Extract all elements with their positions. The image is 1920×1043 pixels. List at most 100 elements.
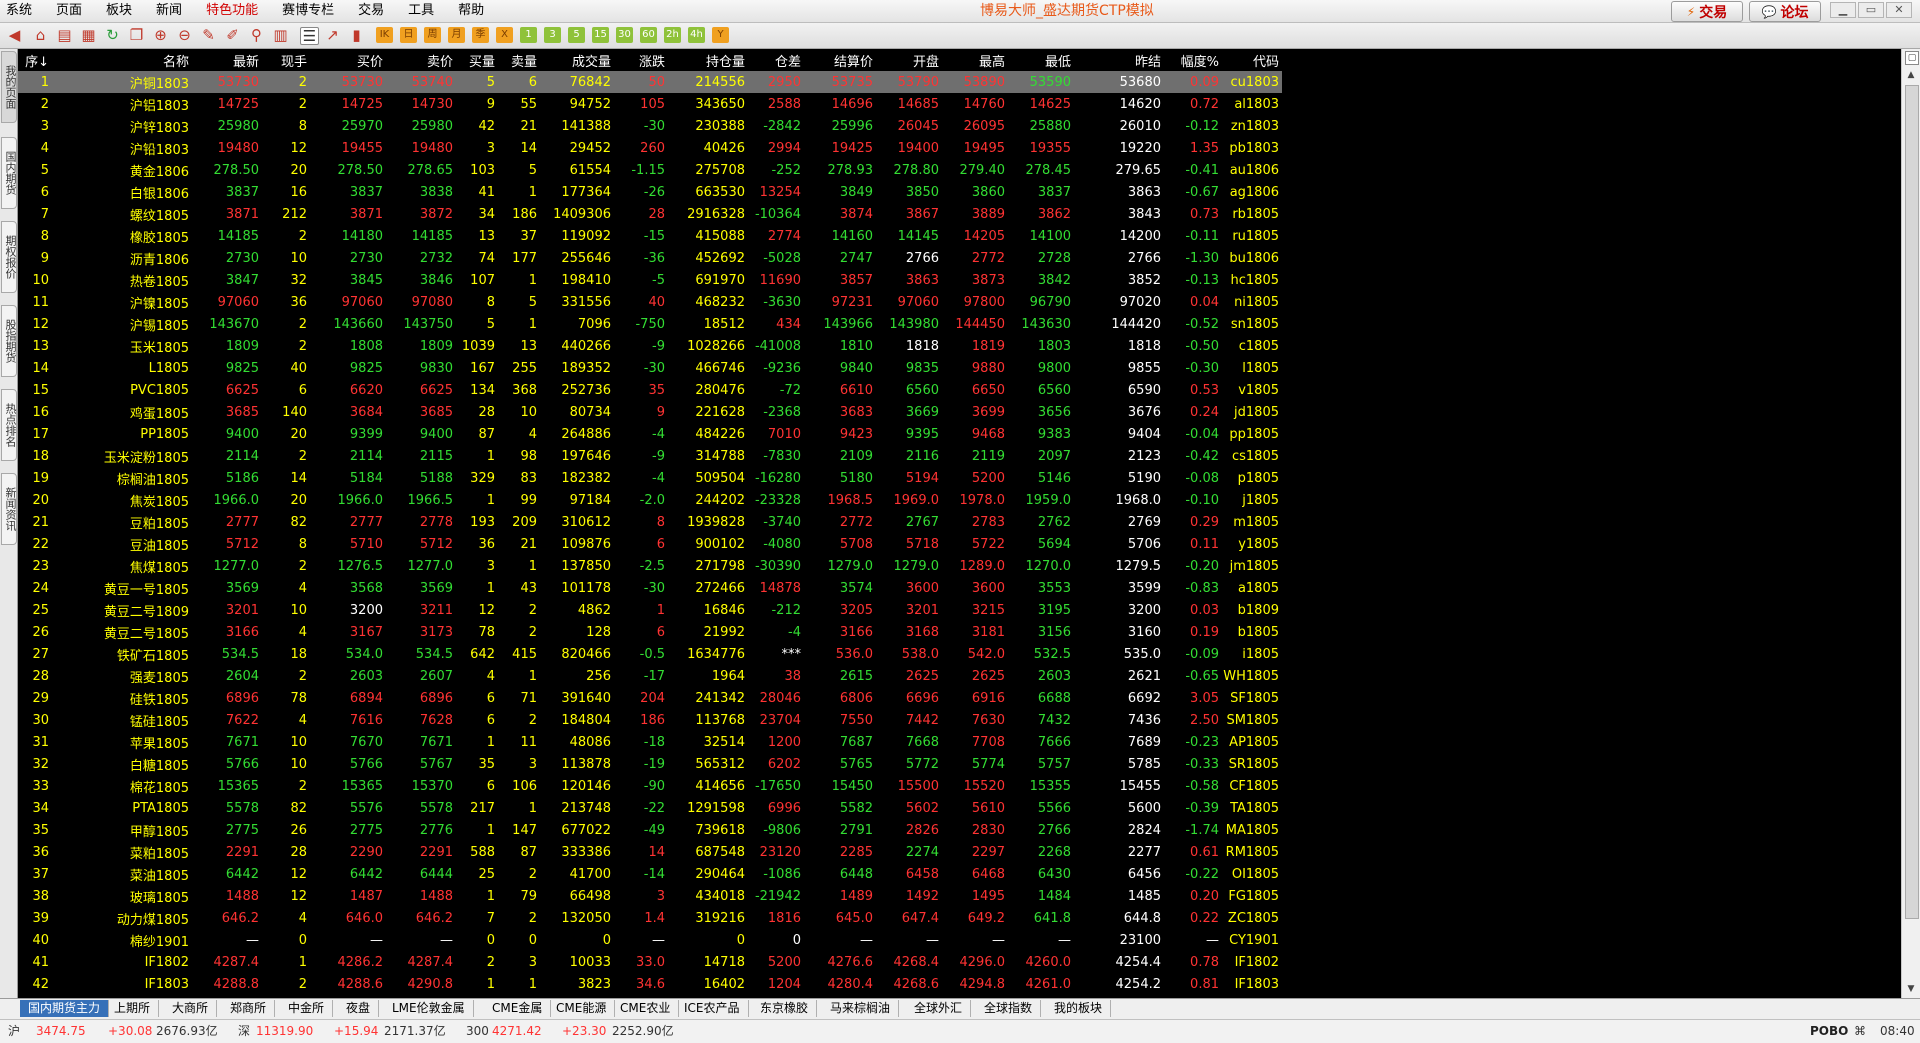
period-button[interactable]: 5: [568, 27, 585, 43]
menu-item[interactable]: 页面: [56, 3, 82, 19]
column-header[interactable]: 现手: [262, 49, 310, 71]
candlestick-icon[interactable]: ▮: [348, 27, 365, 43]
sidebar-tab-index-futures[interactable]: 股指期货: [1, 305, 17, 377]
table-row[interactable]: 32 白糖1805 5766 10 5766 5767 35 3 113878 -19 565312…: [18, 753, 1282, 775]
column-header[interactable]: 代码: [1222, 49, 1282, 71]
pen-icon[interactable]: ✎: [200, 27, 217, 43]
table-row[interactable]: 15 PVC1805 6625 6 6620 6625 134 368 252736 35 2804…: [18, 379, 1282, 401]
period-button[interactable]: Y: [712, 27, 729, 43]
chart-line-icon[interactable]: ↗: [324, 27, 341, 43]
column-header[interactable]: 卖量: [498, 49, 540, 71]
trade-button[interactable]: ⚡ 交易: [1671, 1, 1743, 22]
menu-item[interactable]: 特色功能: [206, 3, 258, 19]
menu-item[interactable]: 帮助: [458, 3, 484, 19]
menu-item[interactable]: 赛博专栏: [282, 3, 334, 19]
table-row[interactable]: 7 螺纹1805 3871 212 3871 3872 34 186 1409306 28 2916…: [18, 203, 1282, 225]
table-row[interactable]: 33 棉花1805 15365 2 15365 15370 6 106 120146 -90 414…: [18, 775, 1282, 797]
period-button[interactable]: 30: [616, 27, 633, 43]
market-tab[interactable]: CME金属: [484, 1000, 552, 1017]
forum-button[interactable]: 💬 论坛: [1749, 1, 1821, 22]
market-tab[interactable]: 上期所: [106, 1000, 160, 1017]
market-tab[interactable]: CME能源: [548, 1000, 616, 1017]
column-header[interactable]: 最低: [1008, 49, 1074, 71]
period-button[interactable]: X: [496, 27, 513, 43]
table-row[interactable]: 16 鸡蛋1805 3685 140 3684 3685 28 10 80734 9 221628 -…: [18, 401, 1282, 423]
news-icon[interactable]: ▦: [80, 27, 97, 43]
period-button[interactable]: 2h: [664, 27, 681, 43]
zoom-in-icon[interactable]: ⊕: [152, 27, 169, 43]
table-row[interactable]: 29 硅铁1805 6896 78 6894 6896 6 71 391640 204 241342…: [18, 687, 1282, 709]
table-row[interactable]: 8 橡胶1805 14185 2 14180 14185 13 37 119092 -15 4150…: [18, 225, 1282, 247]
menu-item[interactable]: 工具: [408, 3, 434, 19]
table-row[interactable]: 3 沪锌1803 25980 8 25970 25980 42 21 141388 -30 2303…: [18, 115, 1282, 137]
draw-icon[interactable]: ✐: [224, 27, 241, 43]
window-icon[interactable]: ❐: [128, 27, 145, 43]
period-button[interactable]: 1: [520, 27, 537, 43]
market-tab[interactable]: 国内期货主力: [20, 1000, 110, 1017]
table-row[interactable]: 11 沪镍1805 97060 36 97060 97080 8 5 331556 40 46823…: [18, 291, 1282, 313]
filter-icon[interactable]: ⚲: [248, 27, 265, 43]
panel-toggle-icon[interactable]: ▢: [1905, 51, 1919, 65]
column-header[interactable]: 涨跌: [614, 49, 668, 71]
table-row[interactable]: 42 IF1803 4288.8 2 4288.6 4290.8 1 1 3823 34.6 164…: [18, 973, 1282, 995]
table-row[interactable]: 2 沪铝1803 14725 2 14725 14730 9 55 94752 105 343650…: [18, 93, 1282, 115]
menu-item[interactable]: 新闻: [156, 3, 182, 19]
table-row[interactable]: 1 沪铜1803 53730 2 53730 53740 5 6 76842 50 214556 29…: [18, 71, 1282, 93]
sidebar-tab-news[interactable]: 新闻资讯: [1, 473, 17, 545]
maximize-button[interactable]: ▭: [1858, 2, 1884, 18]
period-button[interactable]: 周: [424, 27, 441, 43]
table-row[interactable]: 36 菜粕1805 2291 28 2290 2291 588 87 333386 14 68754…: [18, 841, 1282, 863]
scroll-up-icon[interactable]: ▲: [1905, 69, 1917, 81]
table-row[interactable]: 34 PTA1805 5578 82 5576 5578 217 1 213748 -22 1291…: [18, 797, 1282, 819]
period-button[interactable]: 季: [472, 27, 489, 43]
column-header[interactable]: 幅度%: [1164, 49, 1222, 71]
column-header[interactable]: 买量: [456, 49, 498, 71]
column-header[interactable]: 持仓量: [668, 49, 748, 71]
period-button[interactable]: 日: [400, 27, 417, 43]
table-row[interactable]: 30 锰硅1805 7622 4 7616 7628 6 2 184804 186 113768 23…: [18, 709, 1282, 731]
market-tab[interactable]: CME农业: [612, 1000, 680, 1017]
table-row[interactable]: 21 豆粕1805 2777 82 2777 2778 193 209 310612 8 19398…: [18, 511, 1282, 533]
period-button[interactable]: 4h: [688, 27, 705, 43]
vertical-scrollbar[interactable]: ▢ ▲ ▼: [1901, 49, 1920, 999]
table-row[interactable]: 38 玻璃1805 1488 12 1487 1488 1 79 66498 3 434018 -21…: [18, 885, 1282, 907]
table-row[interactable]: 41 IF1802 4287.4 1 4286.2 4287.4 2 3 10033 33.0 14…: [18, 951, 1282, 973]
table-row[interactable]: 6 白银1806 3837 16 3837 3838 41 1 177364 -26 663530 1…: [18, 181, 1282, 203]
table-row[interactable]: 5 黄金1806 278.50 20 278.50 278.65 103 5 61554 -1.1…: [18, 159, 1282, 181]
market-tab[interactable]: 马来棕榈油: [822, 1000, 900, 1017]
column-header[interactable]: 昨结: [1074, 49, 1164, 71]
scroll-down-icon[interactable]: ▼: [1905, 983, 1917, 995]
table-row[interactable]: 12 沪锡1805 143670 2 143660 143750 5 1 7096 -750 185…: [18, 313, 1282, 335]
table-row[interactable]: 9 沥青1806 2730 10 2730 2732 74 177 255646 -36 45269…: [18, 247, 1282, 269]
column-header[interactable]: 序↓: [18, 49, 52, 71]
zoom-out-icon[interactable]: ⊖: [176, 27, 193, 43]
table-row[interactable]: 14 L1805 9825 40 9825 9830 167 255 189352 -30 4667…: [18, 357, 1282, 379]
column-header[interactable]: 买价: [310, 49, 386, 71]
market-tab[interactable]: 全球指数: [976, 1000, 1042, 1017]
table-row[interactable]: 24 黄豆一号1805 3569 4 3568 3569 1 43 101178 -30 27246…: [18, 577, 1282, 599]
table-row[interactable]: 19 棕榈油1805 5186 14 5184 5188 329 83 182382 -4 5095…: [18, 467, 1282, 489]
column-header[interactable]: 卖价: [386, 49, 456, 71]
market-tab[interactable]: 东京橡胶: [752, 1000, 818, 1017]
table-row[interactable]: 13 玉米1805 1809 2 1808 1809 1039 13 440266 -9 10282…: [18, 335, 1282, 357]
column-header[interactable]: 结算价: [804, 49, 876, 71]
table-row[interactable]: 22 豆油1805 5712 8 5710 5712 36 21 109876 6 900102 -4…: [18, 533, 1282, 555]
period-button[interactable]: 60: [640, 27, 657, 43]
table-row[interactable]: 23 焦煤1805 1277.0 2 1276.5 1277.0 3 1 137850 -2.5 2…: [18, 555, 1282, 577]
column-header[interactable]: 开盘: [876, 49, 942, 71]
list-view-icon[interactable]: ☰: [300, 27, 319, 45]
menu-item[interactable]: 系统: [6, 3, 32, 19]
period-button[interactable]: 月: [448, 27, 465, 43]
column-header[interactable]: 最新: [192, 49, 262, 71]
menu-item[interactable]: 板块: [106, 3, 132, 19]
sidebar-tab-hot-ranking[interactable]: 热点排名: [1, 389, 17, 461]
market-tab[interactable]: 夜盘: [338, 1000, 380, 1017]
sidebar-tab-domestic-futures[interactable]: 国内期货: [1, 137, 17, 209]
table-row[interactable]: 31 苹果1805 7671 10 7670 7671 1 11 48086 -18 32514 12…: [18, 731, 1282, 753]
table-row[interactable]: 25 黄豆二号1809 3201 10 3200 3211 12 2 4862 1 16846 -21…: [18, 599, 1282, 621]
period-button[interactable]: IK: [376, 27, 393, 43]
table-row[interactable]: 40 棉纱1901 — 0 — — 0 0 0 — 0 0 — — — — 23100 — CY1901: [18, 929, 1282, 951]
market-tab[interactable]: ICE农产品: [676, 1000, 749, 1017]
table-row[interactable]: 27 铁矿石1805 534.5 18 534.0 534.5 642 415 820466 -0…: [18, 643, 1282, 665]
market-tab[interactable]: 我的板块: [1046, 1000, 1112, 1017]
